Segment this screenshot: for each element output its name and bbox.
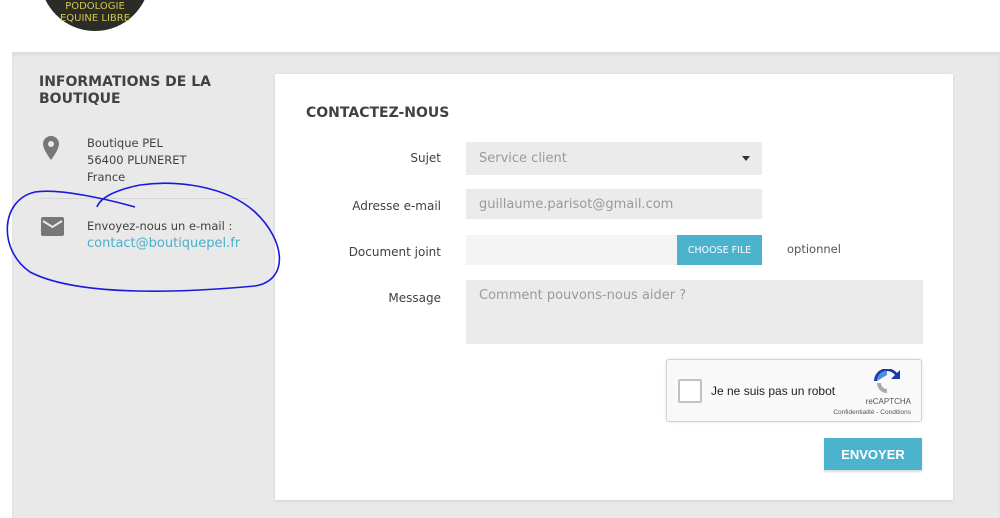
message-placeholder: Comment pouvons-nous aider ?	[479, 288, 687, 303]
recaptcha-brand: reCAPTCHA	[865, 397, 911, 406]
logo-line2: EQUINE LIBRE	[59, 13, 131, 24]
contact-form: CONTACTEZ-NOUS Sujet Service client Adre…	[275, 74, 953, 500]
recaptcha-label: Je ne suis pas un robot	[711, 384, 836, 398]
submit-button[interactable]: ENVOYER	[824, 438, 922, 470]
subject-label: Sujet	[410, 151, 441, 165]
logo[interactable]: PODOLOGIE EQUINE LIBRE	[40, 0, 150, 31]
recaptcha-widget: Je ne suis pas un robot reCAPTCHA Confid…	[666, 359, 922, 422]
email-field-label: Adresse e-mail	[352, 199, 441, 213]
logo-line1: PODOLOGIE	[65, 1, 125, 12]
email-label: Envoyez-nous un e-mail :	[87, 219, 233, 233]
email-field[interactable]: guillaume.parisot@gmail.com	[466, 189, 762, 219]
caret-down-icon	[742, 156, 750, 161]
divider	[39, 198, 249, 199]
email-value: guillaume.parisot@gmail.com	[479, 196, 674, 212]
email-block: Envoyez-nous un e-mail : contact@boutiqu…	[87, 218, 240, 252]
address-line: 56400 PLUNERET	[87, 153, 187, 167]
attachment-label: Document joint	[348, 245, 441, 259]
store-address: Boutique PEL 56400 PLUNERET France	[87, 135, 187, 186]
recaptcha-icon	[874, 369, 900, 393]
location-pin-icon	[43, 136, 59, 160]
optional-note: optionnel	[787, 242, 841, 256]
subject-value: Service client	[479, 151, 567, 166]
address-line: Boutique PEL	[87, 136, 163, 150]
subject-select[interactable]: Service client	[466, 142, 762, 175]
address-line: France	[87, 170, 126, 184]
recaptcha-links[interactable]: Confidentialité - Conditions	[833, 409, 911, 416]
message-textarea[interactable]: Comment pouvons-nous aider ?	[466, 280, 923, 344]
message-label: Message	[388, 291, 441, 305]
envelope-icon	[41, 217, 64, 236]
store-info-title: INFORMATIONS DE LA BOUTIQUE	[39, 74, 211, 107]
form-title: CONTACTEZ-NOUS	[306, 105, 450, 121]
recaptcha-checkbox[interactable]	[678, 379, 702, 403]
store-email-link[interactable]: contact@boutiquepel.fr	[87, 235, 240, 252]
choose-file-button[interactable]: CHOOSE FILE	[677, 235, 762, 265]
